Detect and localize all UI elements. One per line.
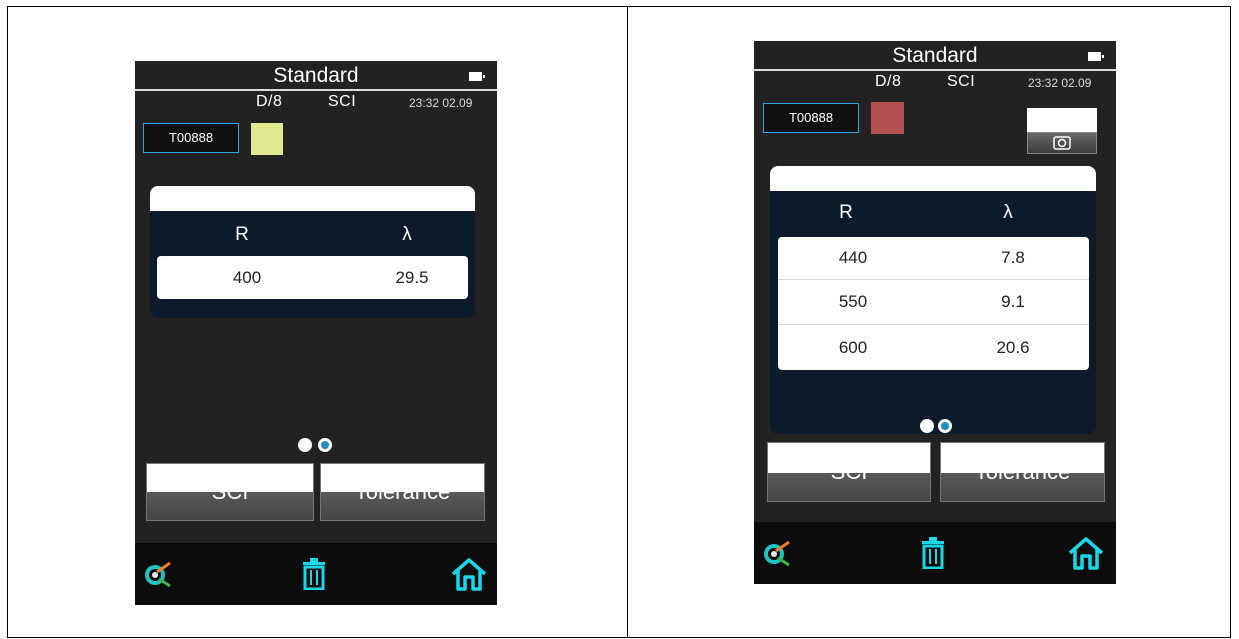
- sci-button[interactable]: SCI: [767, 442, 931, 502]
- battery-icon: [469, 72, 485, 81]
- cell-lambda: 20.6: [996, 338, 1030, 357]
- screen-title: Standard: [892, 44, 978, 67]
- cell-r: 550: [838, 292, 868, 311]
- camera-button[interactable]: [1027, 108, 1097, 154]
- card-header-strip: [770, 166, 1096, 191]
- trash-icon[interactable]: [301, 558, 327, 595]
- column-header-r: R: [839, 202, 853, 223]
- button-overlay: [941, 443, 1104, 473]
- trash-icon[interactable]: [920, 537, 946, 574]
- standard-id-button[interactable]: T00888: [763, 103, 859, 133]
- data-card: R λ 440 7.8 550 9.1 600 20.6: [770, 166, 1096, 434]
- home-icon[interactable]: [1068, 536, 1104, 575]
- target-measure-icon[interactable]: [762, 538, 792, 573]
- color-swatch: [871, 102, 904, 134]
- color-swatch: [251, 123, 283, 155]
- button-overlay: [147, 464, 313, 492]
- column-header-lambda: λ: [1003, 202, 1013, 223]
- cell-r: 600: [838, 338, 868, 357]
- home-icon[interactable]: [451, 557, 487, 596]
- cell-lambda: 7.8: [1001, 248, 1025, 267]
- table-row[interactable]: 400 29.5: [157, 256, 468, 299]
- standard-id-button[interactable]: T00888: [143, 123, 239, 153]
- bottom-toolbar: [135, 543, 497, 605]
- sci-button[interactable]: SCI: [146, 463, 314, 521]
- specular-mode-label: SCI: [328, 93, 357, 110]
- right-device-screen: Standard D/8 SCI 23:32 02.09 T00888 R λ …: [754, 41, 1116, 584]
- camera-icon: [1053, 136, 1071, 150]
- data-rows: 400 29.5: [157, 256, 468, 299]
- column-header-r: R: [235, 224, 249, 245]
- page-dot-2[interactable]: [318, 438, 332, 452]
- panel-divider: [627, 6, 628, 638]
- column-header-lambda: λ: [402, 224, 412, 245]
- clock: 23:32 02.09: [409, 96, 473, 110]
- left-device-screen: Standard D/8 SCI 23:32 02.09 T00888 R λ …: [135, 61, 497, 605]
- data-card: R λ 400 29.5: [150, 186, 475, 318]
- tolerance-button[interactable]: Tolerance: [940, 442, 1105, 502]
- table-row[interactable]: 600 20.6: [778, 325, 1089, 370]
- geometry-label: D/8: [256, 93, 283, 110]
- cell-lambda: 9.1: [1001, 292, 1025, 311]
- page-dot-1[interactable]: [298, 438, 312, 452]
- table-row[interactable]: 440 7.8: [778, 237, 1089, 279]
- title-underline: [754, 69, 1116, 71]
- button-overlay: [768, 443, 930, 473]
- table-row[interactable]: 550 9.1: [778, 280, 1089, 324]
- tolerance-button[interactable]: Tolerance: [320, 463, 485, 521]
- title-underline: [135, 89, 497, 91]
- screen-title: Standard: [273, 64, 359, 87]
- button-overlay: [321, 464, 484, 492]
- cell-r: 440: [838, 248, 868, 267]
- cell-lambda: 29.5: [395, 268, 429, 287]
- specular-mode-label: SCI: [947, 73, 976, 90]
- cell-r: 400: [232, 268, 262, 287]
- geometry-label: D/8: [875, 73, 902, 90]
- target-measure-icon[interactable]: [143, 559, 173, 594]
- data-rows: 440 7.8 550 9.1 600 20.6: [778, 237, 1089, 370]
- page-dot-1[interactable]: [920, 419, 934, 433]
- card-header-strip: [150, 186, 475, 211]
- clock: 23:32 02.09: [1028, 76, 1092, 90]
- battery-icon: [1088, 52, 1104, 61]
- page-dot-2[interactable]: [938, 419, 952, 433]
- bottom-toolbar: [754, 522, 1116, 584]
